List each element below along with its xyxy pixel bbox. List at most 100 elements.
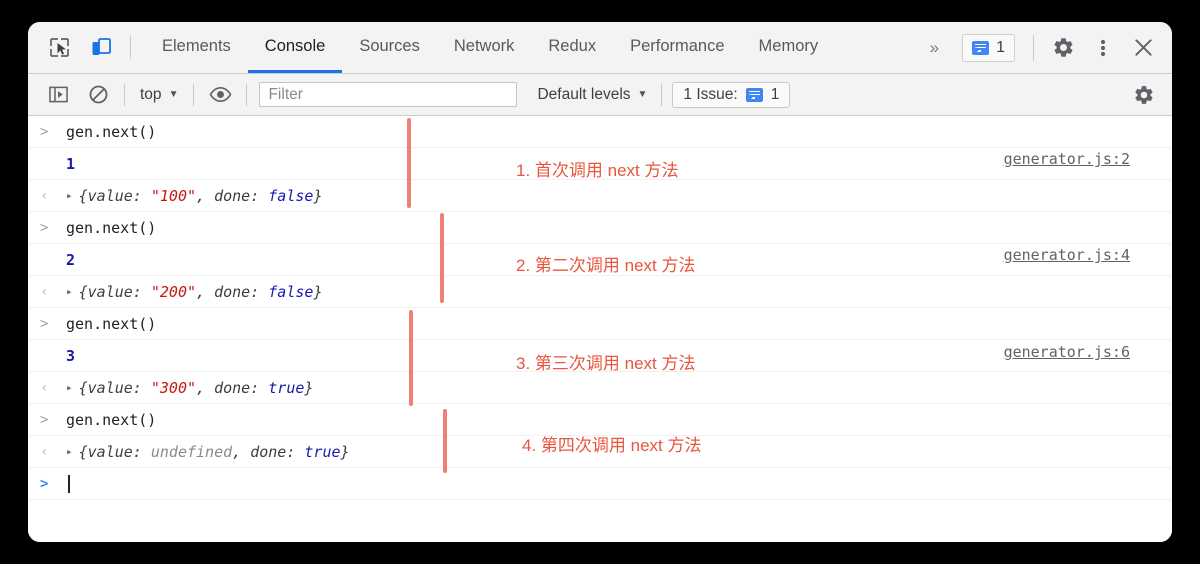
prompt-glyph: > [40, 475, 49, 492]
chevron-down-icon: ▼ [637, 89, 648, 100]
object-suffix: } [340, 442, 350, 461]
tab-label: Network [453, 36, 515, 55]
source-link[interactable]: generator.js:6 [1004, 343, 1130, 361]
object-suffix: } [313, 282, 323, 301]
object-undefined-value: undefined [150, 442, 233, 461]
console-input-code: gen.next() [66, 410, 157, 429]
text-cursor [68, 474, 70, 493]
console-result-object: {value: "200", done: false} [79, 283, 323, 301]
object-prefix: {value: [78, 442, 151, 461]
console-row[interactable]: > gen.next() [28, 116, 1172, 148]
panel-tabs: Elements Console Sources Network Redux P… [145, 22, 835, 73]
prompt-glyph: > [40, 315, 49, 332]
issue-badge-count: 1 [996, 38, 1005, 56]
console-row[interactable]: 3 [28, 340, 1172, 372]
issue-bubble-icon [972, 40, 990, 55]
prompt-glyph: > [40, 219, 49, 236]
inspect-cursor-icon[interactable] [38, 22, 80, 73]
object-boolean-value: true [268, 378, 305, 397]
kebab-menu-icon[interactable] [1084, 29, 1122, 67]
object-suffix: } [304, 378, 314, 397]
issues-count: 1 [770, 85, 780, 103]
object-prefix: {value: [78, 186, 151, 205]
prompt-glyph: > [40, 123, 49, 140]
console-input-code: gen.next() [66, 122, 157, 141]
expand-triangle-icon[interactable]: ▸ [66, 189, 73, 202]
output-glyph: ‹ [40, 443, 49, 460]
console-input-code: gen.next() [66, 218, 157, 237]
console-row[interactable]: ‹ ▸ {value: undefined, done: true} [28, 436, 1172, 468]
object-prefix: {value: [78, 378, 151, 397]
object-suffix: } [313, 186, 323, 205]
console-log-value: 1 [66, 154, 76, 173]
execution-context-selector[interactable]: top ▼ [131, 86, 187, 104]
object-string-value: "300" [150, 378, 197, 397]
issues-button[interactable]: 1 Issue: 1 [672, 81, 791, 108]
devtools-tabbar: Elements Console Sources Network Redux P… [28, 22, 1172, 74]
tab-sources[interactable]: Sources [342, 22, 437, 73]
prompt-glyph: > [40, 411, 49, 428]
source-link[interactable]: generator.js:2 [1004, 150, 1130, 168]
filter-input[interactable] [259, 82, 518, 107]
filterbar-divider [246, 83, 248, 106]
output-glyph: ‹ [40, 187, 49, 204]
object-prefix: {value: [78, 282, 151, 301]
object-separator: , done: [196, 282, 269, 301]
tab-memory[interactable]: Memory [742, 22, 836, 73]
object-boolean-value: false [268, 186, 314, 205]
console-row[interactable]: > gen.next() [28, 308, 1172, 340]
tab-elements[interactable]: Elements [145, 22, 248, 73]
device-toolbar-icon[interactable] [80, 22, 122, 73]
filterbar-right-controls [1124, 75, 1164, 115]
console-result-object: {value: undefined, done: true} [79, 443, 350, 461]
close-icon[interactable] [1124, 29, 1162, 67]
issue-bubble-icon [745, 87, 763, 102]
console-row[interactable]: ‹ ▸ {value: "100", done: false} [28, 180, 1172, 212]
live-expression-icon[interactable] [200, 75, 240, 115]
object-separator: , done: [196, 186, 269, 205]
log-levels-selector[interactable]: Default levels ▼ [529, 86, 655, 104]
expand-triangle-icon[interactable]: ▸ [66, 381, 73, 394]
tab-label: Memory [758, 36, 819, 55]
console-log-value: 2 [66, 250, 76, 269]
execution-context-label: top [140, 85, 162, 103]
toolbar-divider [1033, 34, 1034, 61]
tab-performance[interactable]: Performance [613, 22, 741, 73]
console-row[interactable]: ‹ ▸ {value: "200", done: false} [28, 276, 1172, 308]
object-separator: , done: [196, 378, 269, 397]
console-row[interactable]: > gen.next() [28, 212, 1172, 244]
tab-console[interactable]: Console [247, 22, 343, 73]
clear-console-icon[interactable] [78, 75, 118, 115]
expand-triangle-icon[interactable]: ▸ [66, 285, 73, 298]
issue-badge[interactable]: 1 [962, 33, 1015, 62]
console-message-list: > gen.next() 1 ‹ ▸ {value: "100", done: false… [28, 116, 1172, 500]
console-row[interactable]: 1 [28, 148, 1172, 180]
issues-label: 1 Issue: [683, 85, 738, 103]
tab-label: Redux [548, 36, 597, 55]
devtools-window: Elements Console Sources Network Redux P… [28, 22, 1172, 542]
console-log-value: 3 [66, 346, 76, 365]
tab-redux[interactable]: Redux [531, 22, 613, 73]
output-glyph: ‹ [40, 379, 49, 396]
tab-label: Performance [630, 36, 725, 55]
console-sidebar-icon[interactable] [38, 75, 78, 115]
gear-icon[interactable] [1044, 29, 1082, 67]
toolbar-divider [130, 36, 131, 59]
console-row[interactable]: 2 [28, 244, 1172, 276]
more-tabs-icon[interactable]: » [916, 38, 952, 58]
tab-network[interactable]: Network [437, 22, 532, 73]
expand-triangle-icon[interactable]: ▸ [66, 445, 73, 458]
object-boolean-value: false [268, 282, 314, 301]
tabbar-right-controls: » 1 [916, 22, 1166, 73]
source-link[interactable]: generator.js:4 [1004, 246, 1130, 264]
console-output-panel[interactable]: > gen.next() 1 ‹ ▸ {value: "100", done: false… [28, 116, 1172, 542]
filterbar-divider [661, 83, 663, 106]
console-filter-bar: top ▼ Default levels ▼ 1 Issue: 1 [28, 74, 1172, 116]
console-input-code: gen.next() [66, 314, 157, 333]
object-string-value: "200" [150, 282, 197, 301]
console-row[interactable]: > gen.next() [28, 404, 1172, 436]
gear-icon[interactable] [1124, 75, 1164, 115]
console-row[interactable]: > [28, 468, 1172, 500]
console-row[interactable]: ‹ ▸ {value: "300", done: true} [28, 372, 1172, 404]
log-levels-label: Default levels [537, 85, 631, 103]
